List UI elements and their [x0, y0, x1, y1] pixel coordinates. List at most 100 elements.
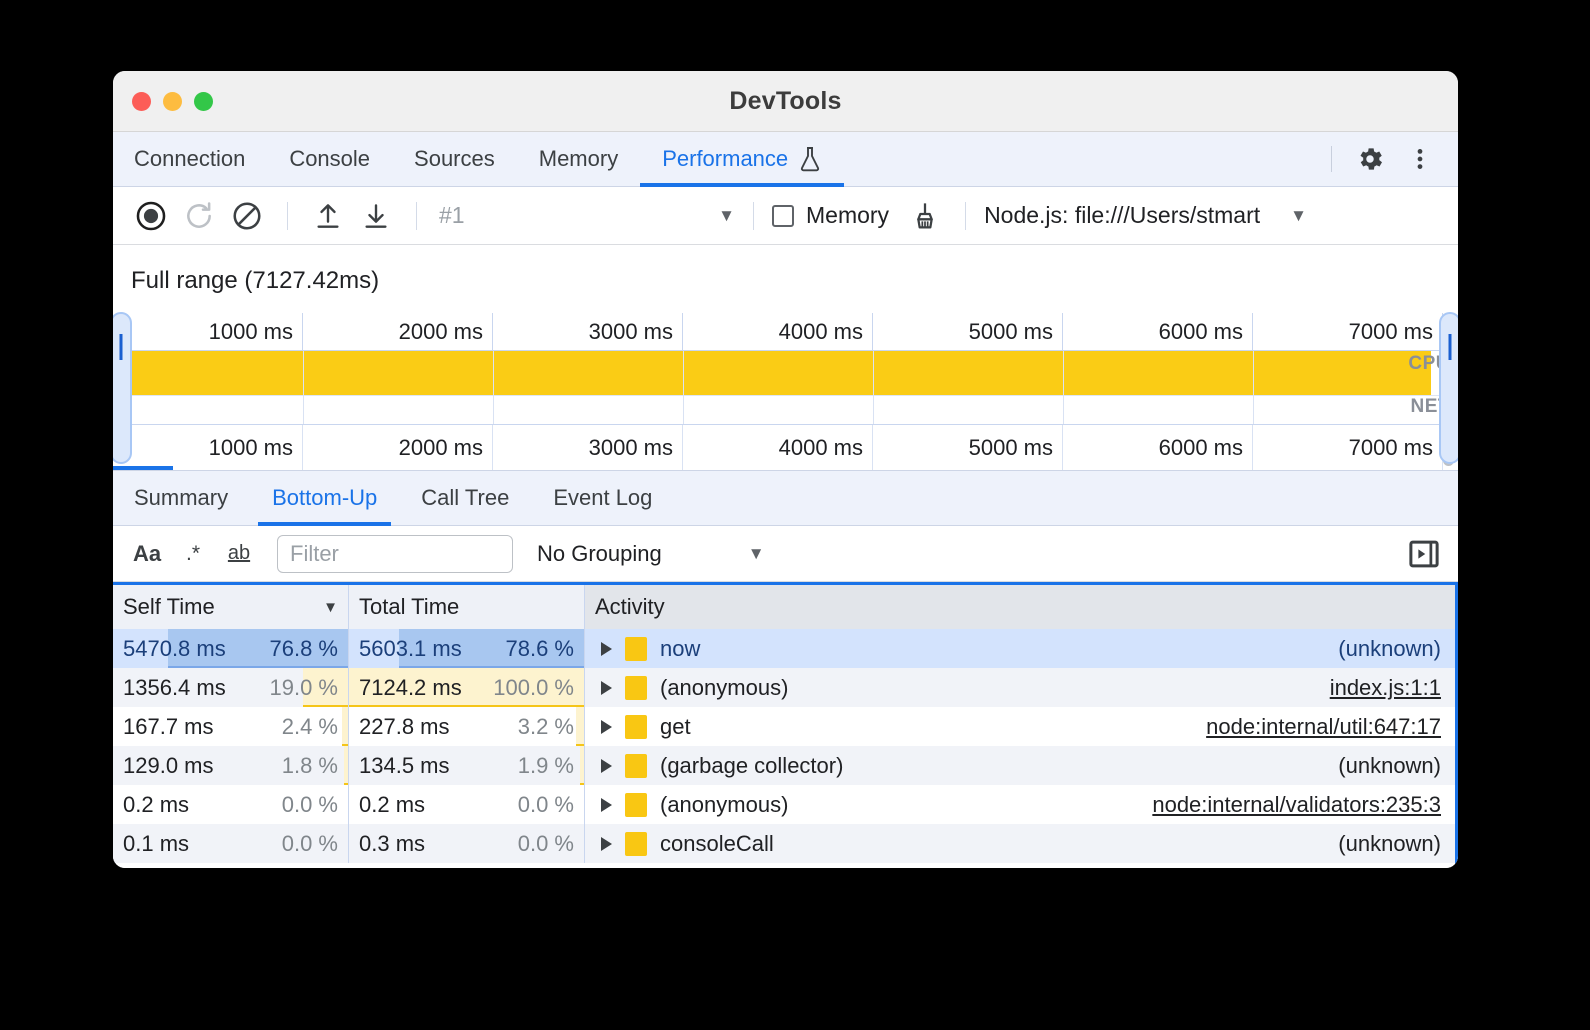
- tab-sources[interactable]: Sources: [392, 132, 517, 186]
- total-time-label: Total Time: [359, 594, 459, 620]
- minimize-window-button[interactable]: [163, 92, 182, 111]
- ruler-tick: 3000 ms: [493, 425, 683, 470]
- record-icon[interactable]: [129, 194, 173, 238]
- cell-total-time: 5603.1 ms 78.6 %: [349, 629, 585, 668]
- table-row[interactable]: 167.7 ms 2.4 % 227.8 ms 3.2 % get node:i…: [113, 707, 1455, 746]
- cell-total-time: 7124.2 ms 100.0 %: [349, 668, 585, 707]
- tab-memory[interactable]: Memory: [517, 132, 640, 186]
- self-time-percent: 2.4 %: [282, 714, 338, 740]
- overview-bands[interactable]: CPU NET: [113, 351, 1458, 424]
- net-band[interactable]: NET: [113, 395, 1458, 424]
- grid-line: [493, 351, 494, 424]
- cell-activity: get node:internal/util:647:17: [585, 707, 1455, 746]
- self-time-value: 0.1 ms: [123, 831, 189, 857]
- devtools-window: DevTools Connection Console Sources Memo…: [113, 71, 1458, 868]
- memory-checkbox[interactable]: [772, 205, 794, 227]
- ruler-tick: 6000 ms: [1063, 313, 1253, 350]
- sidebar-toggle-icon[interactable]: [1404, 534, 1444, 574]
- range-selection-handle-left[interactable]: [113, 312, 132, 464]
- upload-icon[interactable]: [306, 194, 350, 238]
- target-label: Node.js: file:///Users/stmart: [984, 202, 1260, 229]
- tab-console[interactable]: Console: [267, 132, 392, 186]
- divider: [965, 202, 966, 230]
- activity-name: get: [660, 714, 691, 740]
- table-row[interactable]: 0.2 ms 0.0 % 0.2 ms 0.0 % (anonymous) no…: [113, 785, 1455, 824]
- tab-connection[interactable]: Connection: [113, 132, 267, 186]
- match-case-icon[interactable]: Aa: [127, 534, 167, 574]
- clear-icon[interactable]: [225, 194, 269, 238]
- cell-total-time: 134.5 ms 1.9 %: [349, 746, 585, 785]
- expand-arrow-icon[interactable]: [601, 759, 612, 773]
- table-row[interactable]: 129.0 ms 1.8 % 134.5 ms 1.9 % (garbage c…: [113, 746, 1455, 785]
- expand-arrow-icon[interactable]: [601, 720, 612, 734]
- ruler-tick: 4000 ms: [683, 313, 873, 350]
- cell-activity: consoleCall (unknown): [585, 824, 1455, 863]
- close-window-button[interactable]: [132, 92, 151, 111]
- range-selection-handle-right[interactable]: [1439, 312, 1458, 464]
- kebab-menu-icon[interactable]: [1398, 137, 1442, 181]
- expand-arrow-icon[interactable]: [601, 837, 612, 851]
- ruler-tick: 2000 ms: [303, 313, 493, 350]
- chevron-down-icon: ▼: [718, 206, 735, 226]
- session-selector[interactable]: #1 ▼: [435, 202, 735, 229]
- regex-icon[interactable]: .*: [173, 534, 213, 574]
- table-header-row: Self Time ▼ Total Time Activity: [113, 585, 1455, 629]
- tab-summary[interactable]: Summary: [113, 471, 250, 525]
- sort-descending-icon: ▼: [323, 599, 338, 616]
- total-time-percent: 0.0 %: [518, 792, 574, 818]
- target-selector[interactable]: Node.js: file:///Users/stmart ▼: [984, 202, 1307, 229]
- download-icon[interactable]: [354, 194, 398, 238]
- broom-icon[interactable]: [903, 194, 947, 238]
- total-time-bar: [576, 707, 584, 746]
- maximize-window-button[interactable]: [194, 92, 213, 111]
- column-header-total-time[interactable]: Total Time: [349, 585, 585, 629]
- table-row[interactable]: 5470.8 ms 76.8 % 5603.1 ms 78.6 % now (u…: [113, 629, 1455, 668]
- color-swatch-icon: [625, 676, 647, 700]
- self-time-label: Self Time: [123, 594, 215, 620]
- tab-event-log[interactable]: Event Log: [531, 471, 674, 525]
- filter-toolbar: Aa .* ab No Grouping ▼: [113, 526, 1458, 582]
- expand-arrow-icon[interactable]: [601, 681, 612, 695]
- tab-bottom-up-label: Bottom-Up: [272, 485, 377, 511]
- column-header-activity[interactable]: Activity: [585, 585, 1455, 629]
- cell-self-time: 167.7 ms 2.4 %: [113, 707, 349, 746]
- grid-line: [1063, 351, 1064, 424]
- memory-checkbox-group[interactable]: Memory: [772, 202, 889, 229]
- cpu-usage-fill: [113, 351, 1431, 395]
- total-time-value: 7124.2 ms: [359, 675, 462, 701]
- cpu-band[interactable]: CPU: [113, 351, 1458, 395]
- flask-icon: [798, 146, 822, 172]
- activity-source-link[interactable]: node:internal/validators:235:3: [1152, 792, 1445, 818]
- cell-activity: (anonymous) node:internal/validators:235…: [585, 785, 1455, 824]
- tab-bottom-up[interactable]: Bottom-Up: [250, 471, 399, 525]
- tab-memory-label: Memory: [539, 146, 618, 172]
- cell-self-time: 129.0 ms 1.8 %: [113, 746, 349, 785]
- grouping-selector[interactable]: No Grouping ▼: [537, 541, 765, 567]
- tab-call-tree[interactable]: Call Tree: [399, 471, 531, 525]
- ruler-tick: 1000 ms: [113, 425, 303, 470]
- total-time-percent: 3.2 %: [518, 714, 574, 740]
- self-time-percent: 76.8 %: [270, 636, 339, 662]
- timeline-overview: Full range (7127.42ms) 1000 ms 2000 ms 3…: [113, 245, 1458, 470]
- divider: [753, 202, 754, 230]
- gear-icon[interactable]: [1348, 137, 1392, 181]
- tab-performance[interactable]: Performance: [640, 132, 844, 186]
- total-time-value: 134.5 ms: [359, 753, 450, 779]
- chevron-down-icon: ▼: [748, 544, 765, 564]
- table-row[interactable]: 0.1 ms 0.0 % 0.3 ms 0.0 % consoleCall (u…: [113, 824, 1455, 863]
- ruler-tick: 1000 ms: [113, 313, 303, 350]
- table-row[interactable]: 1356.4 ms 19.0 % 7124.2 ms 100.0 % (anon…: [113, 668, 1455, 707]
- divider: [1331, 146, 1332, 172]
- grid-line: [683, 351, 684, 424]
- activity-source-link[interactable]: index.js:1:1: [1330, 675, 1445, 701]
- reload-icon[interactable]: [177, 194, 221, 238]
- expand-arrow-icon[interactable]: [601, 642, 612, 656]
- column-header-self-time[interactable]: Self Time ▼: [113, 585, 349, 629]
- self-time-value: 1356.4 ms: [123, 675, 226, 701]
- expand-arrow-icon[interactable]: [601, 798, 612, 812]
- whole-word-icon[interactable]: ab: [219, 534, 259, 574]
- tab-connection-label: Connection: [134, 146, 245, 172]
- activity-source: (unknown): [1338, 831, 1445, 857]
- filter-input[interactable]: [277, 535, 513, 573]
- activity-source-link[interactable]: node:internal/util:647:17: [1206, 714, 1445, 740]
